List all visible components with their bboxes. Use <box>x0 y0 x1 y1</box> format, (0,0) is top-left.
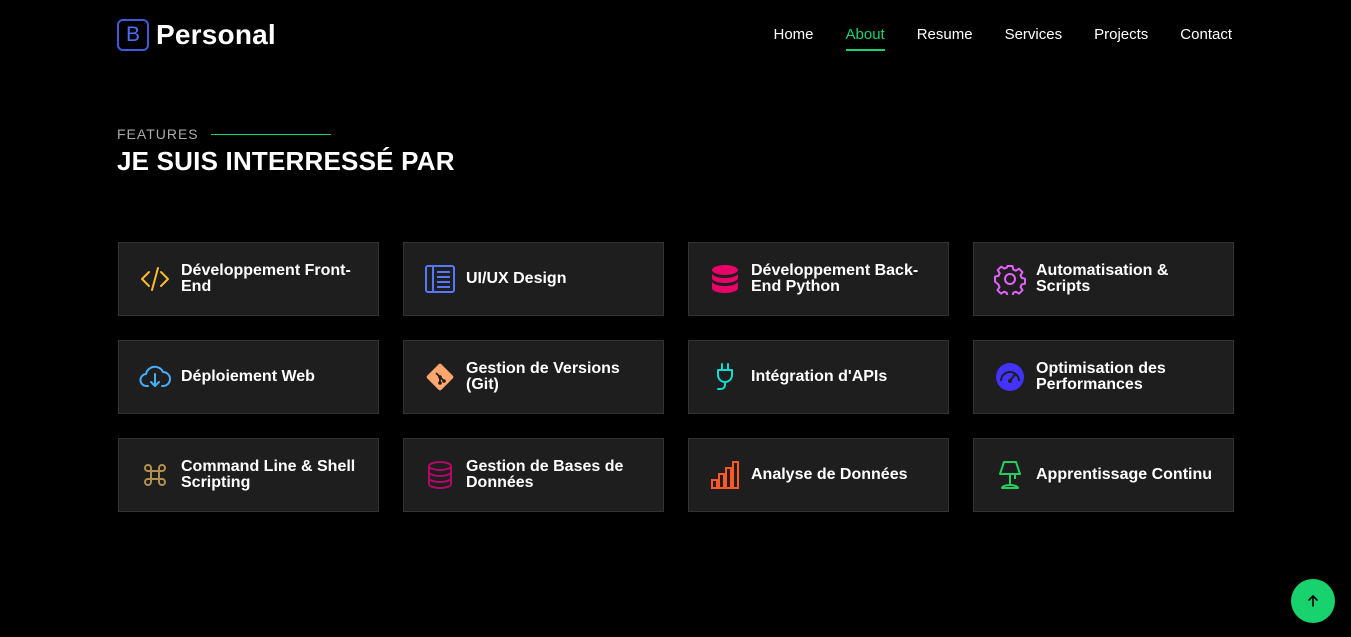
feature-label: Intégration d'APIs <box>751 368 888 385</box>
feature-card-cli[interactable]: Command Line & Shell Scripting <box>118 438 379 512</box>
nav-projects[interactable]: Projects <box>1094 26 1148 51</box>
cloud-download-icon <box>138 360 172 394</box>
database-outline-icon <box>423 458 457 492</box>
feature-label: Command Line & Shell Scripting <box>181 458 356 491</box>
brand-logo[interactable]: B Personal <box>117 19 276 51</box>
feature-card-automation[interactable]: Automatisation & Scripts <box>973 242 1234 316</box>
command-icon <box>138 458 172 492</box>
features-grid: Développement Front-End UI/UX Design Dév… <box>118 242 1234 512</box>
code-icon <box>138 262 172 296</box>
nav-home[interactable]: Home <box>774 26 814 51</box>
brand-name: Personal <box>156 19 276 50</box>
feature-card-performance[interactable]: Optimisation des Performances <box>973 340 1234 414</box>
nav-resume[interactable]: Resume <box>917 26 973 51</box>
feature-label: Analyse de Données <box>751 466 908 483</box>
bar-chart-icon <box>708 458 742 492</box>
arrow-up-icon <box>1308 595 1318 607</box>
section-title: JE SUIS INTERRESSÉ PAR <box>117 146 455 176</box>
feature-label: Développement Front-End <box>181 262 351 295</box>
feature-label: Gestion de Versions (Git) <box>466 360 620 393</box>
layout-icon <box>423 262 457 296</box>
section-heading: FEATURES JE SUIS INTERRESSÉ PAR <box>117 126 455 177</box>
database-icon <box>708 262 742 296</box>
feature-card-frontend[interactable]: Développement Front-End <box>118 242 379 316</box>
kicker-text: FEATURES <box>117 126 199 142</box>
section-kicker: FEATURES <box>117 126 455 142</box>
lamp-icon <box>993 458 1027 492</box>
nav-contact[interactable]: Contact <box>1180 26 1232 51</box>
nav-about[interactable]: About <box>845 26 885 51</box>
back-to-top-button[interactable] <box>1291 579 1335 623</box>
feature-label: Apprentissage Continu <box>1036 466 1213 483</box>
feature-label: Optimisation des Performances <box>1036 360 1166 393</box>
feature-label: Automatisation & Scripts <box>1036 262 1169 295</box>
feature-card-learning[interactable]: Apprentissage Continu <box>973 438 1234 512</box>
gear-icon <box>993 262 1027 296</box>
speedometer-icon <box>993 360 1027 394</box>
main-nav: Home About Resume Services Projects Cont… <box>774 26 1232 51</box>
plug-icon <box>708 360 742 394</box>
feature-card-database[interactable]: Gestion de Bases de Données <box>403 438 664 512</box>
feature-card-uiux[interactable]: UI/UX Design <box>403 242 664 316</box>
nav-services[interactable]: Services <box>1005 26 1063 51</box>
feature-card-backend[interactable]: Développement Back-End Python <box>688 242 949 316</box>
feature-label: Déploiement Web <box>181 368 315 385</box>
feature-label: UI/UX Design <box>466 270 567 287</box>
git-icon <box>423 360 457 394</box>
site-header: B Personal Home About Resume Services Pr… <box>0 0 1351 72</box>
brand-mark-icon: B <box>117 19 149 51</box>
feature-card-analytics[interactable]: Analyse de Données <box>688 438 949 512</box>
feature-label: Développement Back-End Python <box>751 262 919 295</box>
kicker-divider <box>210 133 331 135</box>
feature-card-git[interactable]: Gestion de Versions (Git) <box>403 340 664 414</box>
feature-label: Gestion de Bases de Données <box>466 458 624 491</box>
feature-card-api[interactable]: Intégration d'APIs <box>688 340 949 414</box>
feature-card-deployment[interactable]: Déploiement Web <box>118 340 379 414</box>
